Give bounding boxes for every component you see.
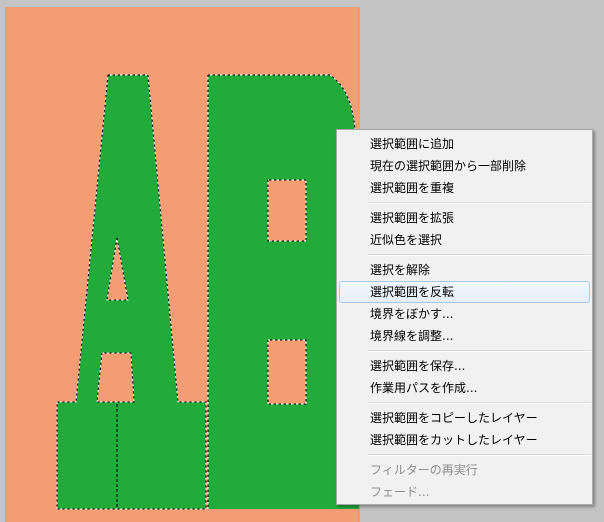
menu-separator	[368, 254, 591, 256]
menu-separator	[368, 454, 591, 456]
menu-item-refine-edge[interactable]: 境界線を調整...	[339, 325, 590, 347]
menu-item-inverse-selection[interactable]: 選択範囲を反転	[339, 281, 590, 303]
menu-item-subtract-from-selection[interactable]: 現在の選択範囲から一部削除	[339, 155, 590, 177]
menu-separator	[368, 402, 591, 404]
letter-a-shape	[57, 75, 206, 509]
menu-item-add-to-selection[interactable]: 選択範囲に追加	[339, 133, 590, 155]
menu-item-repeat-filter: フィルターの再実行	[370, 463, 478, 477]
context-menu: 選択範囲に追加 現在の選択範囲から一部削除 選択範囲を重複 選択範囲を拡張 近似…	[336, 129, 593, 505]
menu-item-select-similar[interactable]: 近似色を選択	[339, 229, 590, 251]
menu-item-layer-via-copy[interactable]: 選択範囲をコピーしたレイヤー	[339, 407, 590, 429]
menu-item-save-selection[interactable]: 選択範囲を保存...	[339, 355, 590, 377]
menu-item-make-work-path[interactable]: 作業用パスを作成...	[339, 377, 590, 399]
menu-item-feather[interactable]: 境界をぼかす...	[339, 303, 590, 325]
menu-separator	[368, 202, 591, 204]
menu-item-grow-selection[interactable]: 選択範囲を拡張	[339, 207, 590, 229]
menu-item-intersect-selection[interactable]: 選択範囲を重複	[339, 177, 590, 199]
menu-separator	[368, 350, 591, 352]
menu-item-fade: フェード...	[370, 485, 430, 499]
menu-item-layer-via-cut[interactable]: 選択範囲をカットしたレイヤー	[339, 429, 590, 451]
menu-item-deselect[interactable]: 選択を解除	[339, 259, 590, 281]
